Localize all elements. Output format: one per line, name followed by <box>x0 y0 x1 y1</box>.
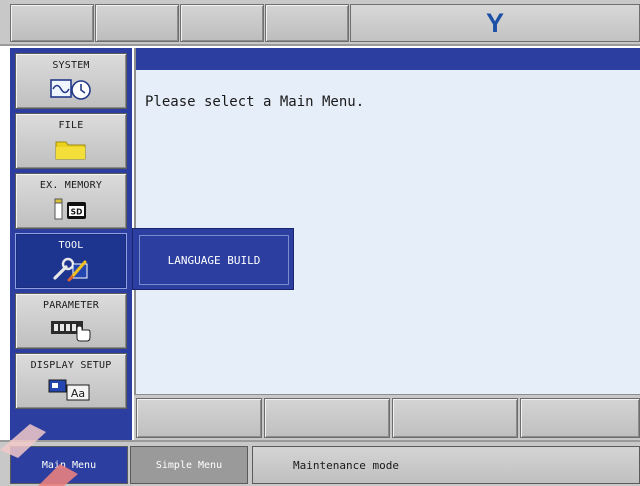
menu-item-label: TOOL <box>58 240 84 251</box>
menu-item-display-setup[interactable]: DISPLAY SETUP Aa <box>15 353 127 409</box>
simple-menu-label: Simple Menu <box>155 459 223 471</box>
menu-item-tool[interactable]: TOOL <box>15 233 127 289</box>
top-bar: Y <box>0 0 640 46</box>
status-bar: Main Menu Simple Menu Maintenance mode <box>0 440 640 486</box>
mode-indicator: Maintenance mode <box>252 446 640 484</box>
function-key-1[interactable] <box>136 398 262 438</box>
menu-item-label: DISPLAY SETUP <box>30 360 112 371</box>
menu-item-label: PARAMETER <box>43 300 99 311</box>
menu-item-parameter[interactable]: PARAMETER <box>15 293 127 349</box>
menu-item-file[interactable]: FILE <box>15 113 127 169</box>
mode-label: Maintenance mode <box>293 458 399 472</box>
function-key-3[interactable] <box>392 398 518 438</box>
top-button-1[interactable] <box>10 4 94 42</box>
menu-item-label: SYSTEM <box>52 60 90 71</box>
sd-card-icon: SD <box>51 195 91 223</box>
function-key-2[interactable] <box>264 398 390 438</box>
main-menu-button[interactable]: Main Menu <box>10 446 128 484</box>
tool-submenu: LANGUAGE BUILD <box>132 228 294 290</box>
top-button-4[interactable] <box>265 4 349 42</box>
svg-text:SD: SD <box>71 208 83 217</box>
main-menu-panel: SYSTEM FILE EX. MEMORY SD TOOL PARAMETER… <box>10 48 132 440</box>
logo-text: Y <box>485 7 504 38</box>
folder-icon <box>54 135 88 163</box>
parameter-icon <box>49 315 93 343</box>
top-button-3[interactable] <box>180 4 264 42</box>
tool-icon <box>49 255 93 283</box>
brand-logo: Y <box>350 4 640 42</box>
submenu-item-language-build[interactable]: LANGUAGE BUILD <box>139 235 289 285</box>
main-message: Please select a Main Menu. <box>145 94 365 110</box>
submenu-item-label: LANGUAGE BUILD <box>167 253 261 267</box>
top-button-2[interactable] <box>95 4 179 42</box>
main-menu-label: Main Menu <box>41 459 97 471</box>
menu-item-label: EX. MEMORY <box>39 180 103 191</box>
system-icon <box>50 75 92 103</box>
menu-item-system[interactable]: SYSTEM <box>15 53 127 109</box>
function-key-bar <box>134 394 640 440</box>
menu-item-ex-memory[interactable]: EX. MEMORY SD <box>15 173 127 229</box>
main-content: Please select a Main Menu. <box>134 48 640 394</box>
menu-item-label: FILE <box>58 120 84 131</box>
function-key-4[interactable] <box>520 398 640 438</box>
simple-menu-button[interactable]: Simple Menu <box>130 446 248 484</box>
svg-text:Aa: Aa <box>71 387 85 400</box>
display-setup-icon: Aa <box>47 375 95 403</box>
content-title-bar <box>136 48 640 70</box>
